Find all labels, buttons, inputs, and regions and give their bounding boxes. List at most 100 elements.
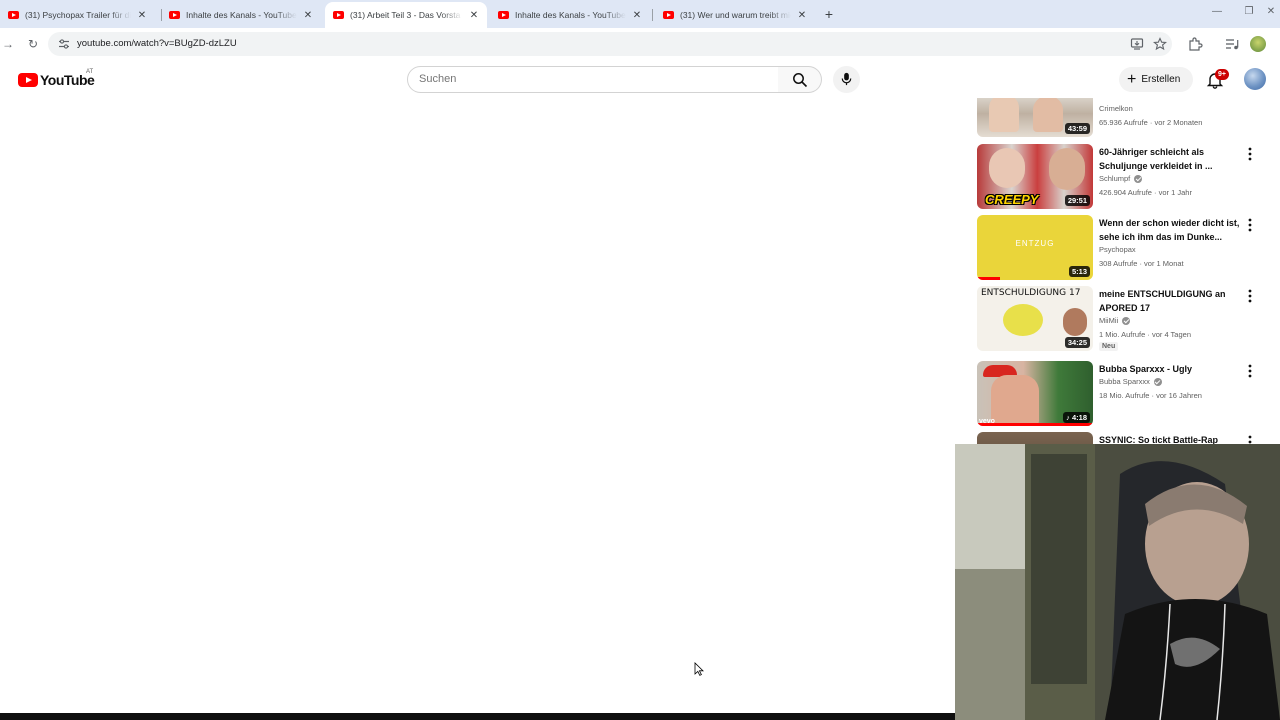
youtube-favicon-icon [8, 11, 19, 19]
url-text: youtube.com/watch?v=BUgZD-dzLZU [77, 38, 237, 49]
video-meta: 426.904 Aufrufe · vor 1 Jahr [1099, 188, 1192, 197]
install-app-icon[interactable] [1130, 37, 1144, 51]
site-info-icon[interactable] [58, 38, 70, 50]
more-options-icon[interactable] [1245, 146, 1255, 162]
youtube-favicon-icon [498, 11, 509, 19]
mouse-cursor-icon [694, 662, 704, 676]
search-input[interactable] [419, 73, 749, 85]
video-meta: 1 Mio. Aufrufe · vor 4 Tagen [1099, 330, 1191, 339]
browser-tab-2[interactable]: Inhalte des Kanals - YouTube St ✕ [161, 4, 321, 26]
video-title[interactable]: 60-Jähriger schleicht als Schuljunge ver… [1099, 146, 1241, 173]
video-thumbnail[interactable]: ENTSCHULDIGUNG 17 34:25 [977, 286, 1093, 351]
tab-title: (31) Psychopax Trailer für die Ur [25, 10, 131, 20]
watch-progress-bar [977, 423, 1093, 426]
new-tab-button[interactable]: + [822, 6, 836, 22]
channel-name[interactable]: Bubba Sparxxx [1099, 377, 1162, 386]
thumbnail-figure [1063, 308, 1087, 336]
close-window-icon[interactable]: ✕ [1264, 6, 1278, 17]
youtube-favicon-icon [169, 11, 180, 19]
tab-title: (31) Arbeit Teil 3 - Das Vorsta [350, 10, 461, 20]
search-button[interactable] [778, 66, 822, 93]
video-thumbnail[interactable]: 43:59 [977, 98, 1093, 137]
video-thumbnail[interactable]: vevo ♪ 4:18 [977, 361, 1093, 426]
youtube-favicon-icon [333, 11, 344, 19]
notification-count-badge: 9+ [1215, 69, 1229, 80]
video-title[interactable]: Wenn der schon wieder dicht ist, sehe ic… [1099, 217, 1241, 244]
video-title[interactable]: SSYNIC: So tickt Battle-Rap [1099, 434, 1241, 444]
thumbnail-figure [1003, 304, 1043, 336]
watch-progress-bar [977, 277, 1001, 280]
browser-tab-5[interactable]: (31) Wer und warum treibt mich ✕ [655, 4, 815, 26]
media-queue-icon[interactable] [1224, 36, 1240, 52]
more-options-icon[interactable] [1245, 288, 1255, 304]
video-duration: 29:51 [1064, 195, 1090, 206]
more-options-icon[interactable] [1245, 363, 1255, 379]
restore-icon[interactable]: ❐ [1242, 6, 1256, 17]
video-duration: 43:59 [1064, 123, 1090, 134]
recommendation-item[interactable]: SSYNIC: So tickt Battle-Rap [955, 432, 1280, 444]
tab-close-icon[interactable]: ✕ [135, 10, 149, 21]
more-options-icon[interactable] [1245, 217, 1255, 233]
video-title[interactable]: meine ENTSCHULDIGUNG an APORED 17 [1099, 288, 1241, 315]
video-thumbnail[interactable] [977, 432, 1093, 444]
search-box[interactable] [407, 66, 779, 93]
more-options-icon[interactable] [1245, 434, 1255, 444]
reload-icon[interactable]: ↻ [26, 37, 40, 51]
channel-name[interactable]: Schlumpf [1099, 174, 1143, 183]
video-duration: 5:13 [1068, 266, 1090, 277]
country-code: AT [86, 69, 94, 75]
account-avatar[interactable] [1244, 68, 1266, 90]
channel-label: Psychopax [1099, 245, 1136, 254]
video-thumbnail[interactable]: ENTZUG 5:13 [977, 215, 1093, 280]
tab-close-icon[interactable]: ✕ [795, 10, 809, 21]
search-icon [793, 73, 808, 88]
recommendation-item[interactable]: ENTZUG 5:13 Wenn der schon wieder dicht … [955, 215, 1280, 281]
verified-check-icon [1153, 377, 1162, 386]
verified-check-icon [1122, 316, 1131, 325]
video-duration: 34:25 [1064, 337, 1090, 348]
recommendation-item[interactable]: ENTSCHULDIGUNG 17 34:25 meine ENTSCHULDI… [955, 286, 1280, 352]
youtube-logo[interactable]: YouTube [18, 72, 95, 88]
tab-close-icon[interactable]: ✕ [630, 10, 644, 21]
tab-title: Inhalte des Kanals - YouTube St [515, 10, 626, 20]
browser-tab-3-active[interactable]: (31) Arbeit Teil 3 - Das Vorsta ✕ [325, 2, 487, 28]
webcam-overlay [955, 444, 1280, 720]
extensions-puzzle-icon[interactable] [1187, 36, 1203, 52]
thumbnail-figure [989, 98, 1019, 132]
recommendation-item[interactable]: vevo ♪ 4:18 Bubba Sparxxx - Ugly Bubba S… [955, 361, 1280, 427]
address-bar[interactable]: youtube.com/watch?v=BUgZD-dzLZU [48, 32, 1172, 56]
browser-tab-1[interactable]: (31) Psychopax Trailer für die Ur ✕ [0, 4, 155, 26]
channel-label: Crimelkon [1099, 104, 1133, 113]
browser-toolbar: → ↻ youtube.com/watch?v=BUgZD-dzLZU [0, 28, 1280, 60]
plus-icon: + [1127, 70, 1137, 88]
recommendation-item[interactable]: CREEPY 29:51 60-Jähriger schleicht als S… [955, 144, 1280, 210]
tab-divider [652, 9, 653, 21]
tab-title: (31) Wer und warum treibt mich [680, 10, 791, 20]
forward-icon[interactable]: → [1, 37, 15, 51]
voice-search-button[interactable] [833, 66, 860, 93]
profile-icon[interactable] [1250, 36, 1266, 52]
thumbnail-figure [989, 148, 1025, 188]
video-meta: 308 Aufrufe · vor 1 Monat [1099, 259, 1184, 268]
channel-name[interactable]: Crimelkon [1099, 104, 1133, 113]
verified-check-icon [1134, 174, 1143, 183]
video-thumbnail[interactable]: CREEPY 29:51 [977, 144, 1093, 209]
bookmark-star-icon[interactable] [1153, 37, 1167, 51]
recommendations-list: 43:59 Crimelkon 65.936 Aufrufe · vor 2 M… [955, 98, 1280, 444]
video-player-bottom-edge [0, 713, 955, 720]
new-badge: Neu [1099, 342, 1119, 351]
minimize-icon[interactable]: — [1210, 6, 1224, 17]
channel-label: Bubba Sparxxx [1099, 377, 1150, 386]
channel-label: MiiMii [1099, 316, 1119, 325]
video-title[interactable]: Bubba Sparxxx - Ugly [1099, 363, 1241, 377]
create-button[interactable]: + Erstellen [1119, 67, 1193, 92]
tab-close-icon[interactable]: ✕ [467, 10, 481, 21]
channel-name[interactable]: Psychopax [1099, 245, 1136, 254]
tab-close-icon[interactable]: ✕ [301, 10, 315, 21]
channel-name[interactable]: MiiMii [1099, 316, 1131, 325]
youtube-favicon-icon [663, 11, 674, 19]
thumbnail-figure [1033, 98, 1063, 132]
browser-tab-4[interactable]: Inhalte des Kanals - YouTube St ✕ [490, 4, 650, 26]
thumbnail-figure [1049, 148, 1085, 190]
thumbnail-text: ENTSCHULDIGUNG 17 [981, 288, 1081, 298]
